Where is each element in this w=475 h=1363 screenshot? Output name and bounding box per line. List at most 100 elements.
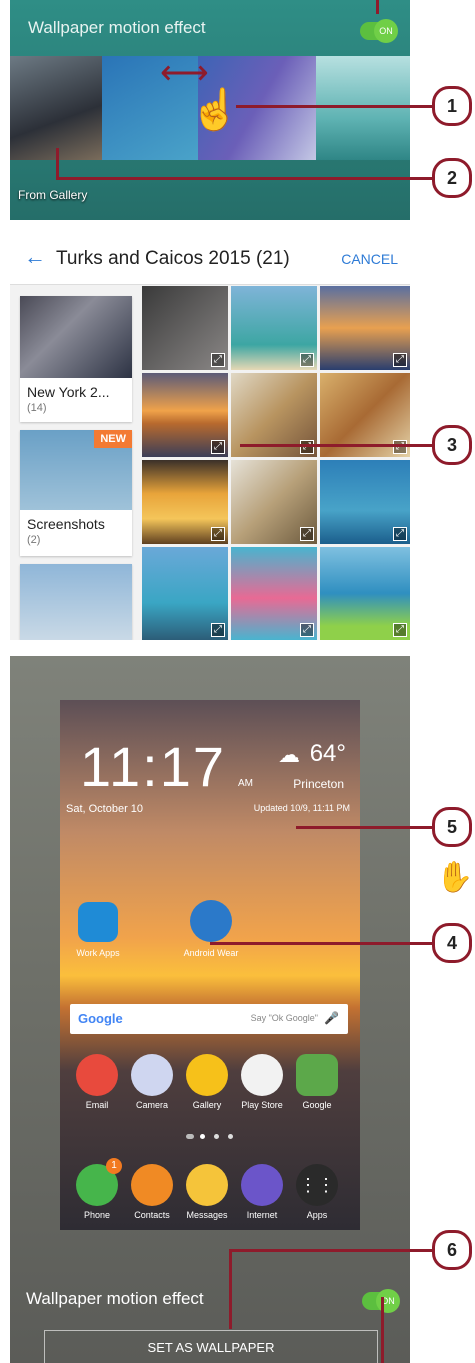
callout-line (381, 1297, 384, 1363)
app-label-camera: Camera (135, 1100, 168, 1110)
photo-thumbnail[interactable]: ⤢ (142, 373, 228, 457)
folder-icon[interactable] (78, 902, 118, 942)
callout-badge: 1 (432, 86, 472, 126)
photo-thumbnail[interactable]: ⤢ (320, 460, 410, 544)
motion-effect-title: Wallpaper motion effect (28, 18, 206, 37)
folder-label: Work Apps (76, 948, 120, 958)
google-folder-icon[interactable] (296, 1054, 338, 1096)
photo-thumbnail[interactable]: ⤢ (320, 286, 410, 370)
app-label-gallery: Gallery (192, 1100, 222, 1110)
expand-icon[interactable]: ⤢ (300, 440, 314, 454)
motion-effect-toggle[interactable]: ON (360, 19, 398, 43)
app-label-contacts: Contacts (134, 1210, 170, 1220)
toggle-knob: ON (374, 19, 398, 43)
tilt-hand-icon: ✋ (436, 861, 474, 894)
expand-icon[interactable]: ⤢ (300, 527, 314, 541)
expand-icon[interactable]: ⤢ (393, 623, 407, 637)
expand-icon[interactable]: ⤢ (393, 353, 407, 367)
cloud-icon: ☁ (278, 742, 300, 767)
expand-icon[interactable]: ⤢ (211, 623, 225, 637)
callout-line (230, 1249, 432, 1252)
album-item[interactable] (20, 564, 132, 640)
app-label-phone: Phone (83, 1210, 111, 1220)
google-logo: Google (78, 1011, 123, 1026)
callout-line (210, 942, 432, 945)
album-name: New York 2... (27, 384, 110, 400)
photo-thumbnail[interactable]: ⤢ (231, 460, 317, 544)
callout-line (229, 1249, 232, 1329)
widget-label: Android Wear (183, 948, 239, 958)
contacts-app-icon[interactable] (131, 1164, 173, 1206)
internet-app-icon[interactable] (241, 1164, 283, 1206)
callout-badge: 6 (432, 1230, 472, 1270)
callout-line (236, 105, 432, 108)
callout-line (376, 0, 379, 14)
expand-icon[interactable]: ⤢ (393, 440, 407, 454)
set-as-wallpaper-button[interactable]: SET AS WALLPAPER (44, 1330, 378, 1363)
google-search-bar[interactable]: Google Say "Ok Google" 🎤 (70, 1004, 348, 1034)
clock-date: Sat, October 10 (66, 803, 144, 815)
page-dot-active[interactable] (200, 1134, 205, 1139)
album-item[interactable]: NEW Screenshots (2) (20, 430, 132, 556)
callout-badge: 2 (432, 158, 472, 198)
album-cover (20, 296, 132, 378)
photo-thumbnail[interactable]: ⤢ (231, 547, 317, 640)
messages-app-icon[interactable] (186, 1164, 228, 1206)
expand-icon[interactable]: ⤢ (211, 440, 225, 454)
app-label-google: Google (302, 1100, 332, 1110)
cancel-button[interactable]: CANCEL (341, 251, 398, 267)
app-label-apps: Apps (306, 1210, 328, 1220)
album-cover (20, 564, 132, 640)
back-arrow-icon[interactable]: ← (24, 244, 46, 270)
mic-icon[interactable]: 🎤 (324, 1011, 339, 1025)
photo-thumbnail[interactable]: ⤢ (142, 286, 228, 370)
new-badge: NEW (94, 430, 132, 448)
album-name: Screenshots (27, 516, 105, 532)
from-gallery-thumbnail[interactable]: From Gallery (10, 56, 102, 202)
email-app-icon[interactable] (76, 1054, 118, 1096)
page-dot[interactable] (186, 1134, 194, 1139)
motion-effect-toggle[interactable]: ON (362, 1289, 400, 1313)
callout-badge: 5 (432, 807, 472, 847)
wallpaper-picker-panel: Wallpaper motion effect ON From Gallery … (10, 0, 410, 220)
page-dot[interactable] (214, 1134, 219, 1139)
motion-effect-title: Wallpaper motion effect (26, 1289, 204, 1308)
album-count: (14) (27, 402, 47, 414)
weather-updated: Updated 10/9, 11:11 PM (253, 803, 350, 813)
photo-thumbnail[interactable]: ⤢ (231, 286, 317, 370)
callout-badge: 4 (432, 923, 472, 963)
callout-line (240, 444, 432, 447)
photo-thumbnail[interactable]: ⤢ (142, 547, 228, 640)
callout-badge: 3 (432, 425, 472, 465)
app-label-messages: Messages (186, 1210, 228, 1220)
apps-grid-icon[interactable]: ⋮⋮ (296, 1164, 338, 1206)
gallery-app-icon[interactable] (186, 1054, 228, 1096)
photo-thumbnail[interactable]: ⤢ (320, 547, 410, 640)
expand-icon[interactable]: ⤢ (393, 527, 407, 541)
gallery-header: ← Turks and Caicos 2015 (21) CANCEL (10, 234, 410, 285)
toggle-knob: ON (376, 1289, 400, 1313)
wallpaper-preview-panel: 11:17 AM Sat, October 10 ☁ 64° Princeton… (10, 656, 410, 1363)
weather-temperature: 64° (309, 740, 346, 767)
from-gallery-label: From Gallery (18, 188, 88, 202)
album-item[interactable]: New York 2... (14) (20, 296, 132, 422)
tap-hand-icon: ☝ (190, 88, 240, 132)
gallery-picker-panel: ← Turks and Caicos 2015 (21) CANCEL New … (10, 234, 410, 640)
expand-icon[interactable]: ⤢ (211, 353, 225, 367)
camera-app-icon[interactable] (131, 1054, 173, 1096)
watch-icon[interactable] (190, 900, 232, 942)
wallpaper-thumbnail[interactable] (316, 56, 410, 160)
expand-icon[interactable]: ⤢ (211, 527, 225, 541)
swipe-arrow-icon: ⟷ (160, 54, 209, 92)
expand-icon[interactable]: ⤢ (300, 353, 314, 367)
callout-line (296, 826, 432, 829)
expand-icon[interactable]: ⤢ (300, 623, 314, 637)
album-count: (2) (27, 534, 41, 546)
weather-location: Princeton (293, 777, 344, 791)
app-label-email: Email (85, 1100, 109, 1110)
app-label-internet: Internet (246, 1210, 278, 1220)
page-dot[interactable] (228, 1134, 233, 1139)
home-screen-preview[interactable]: 11:17 AM Sat, October 10 ☁ 64° Princeton… (60, 700, 360, 1230)
photo-thumbnail[interactable]: ⤢ (142, 460, 228, 544)
play-store-app-icon[interactable] (241, 1054, 283, 1096)
